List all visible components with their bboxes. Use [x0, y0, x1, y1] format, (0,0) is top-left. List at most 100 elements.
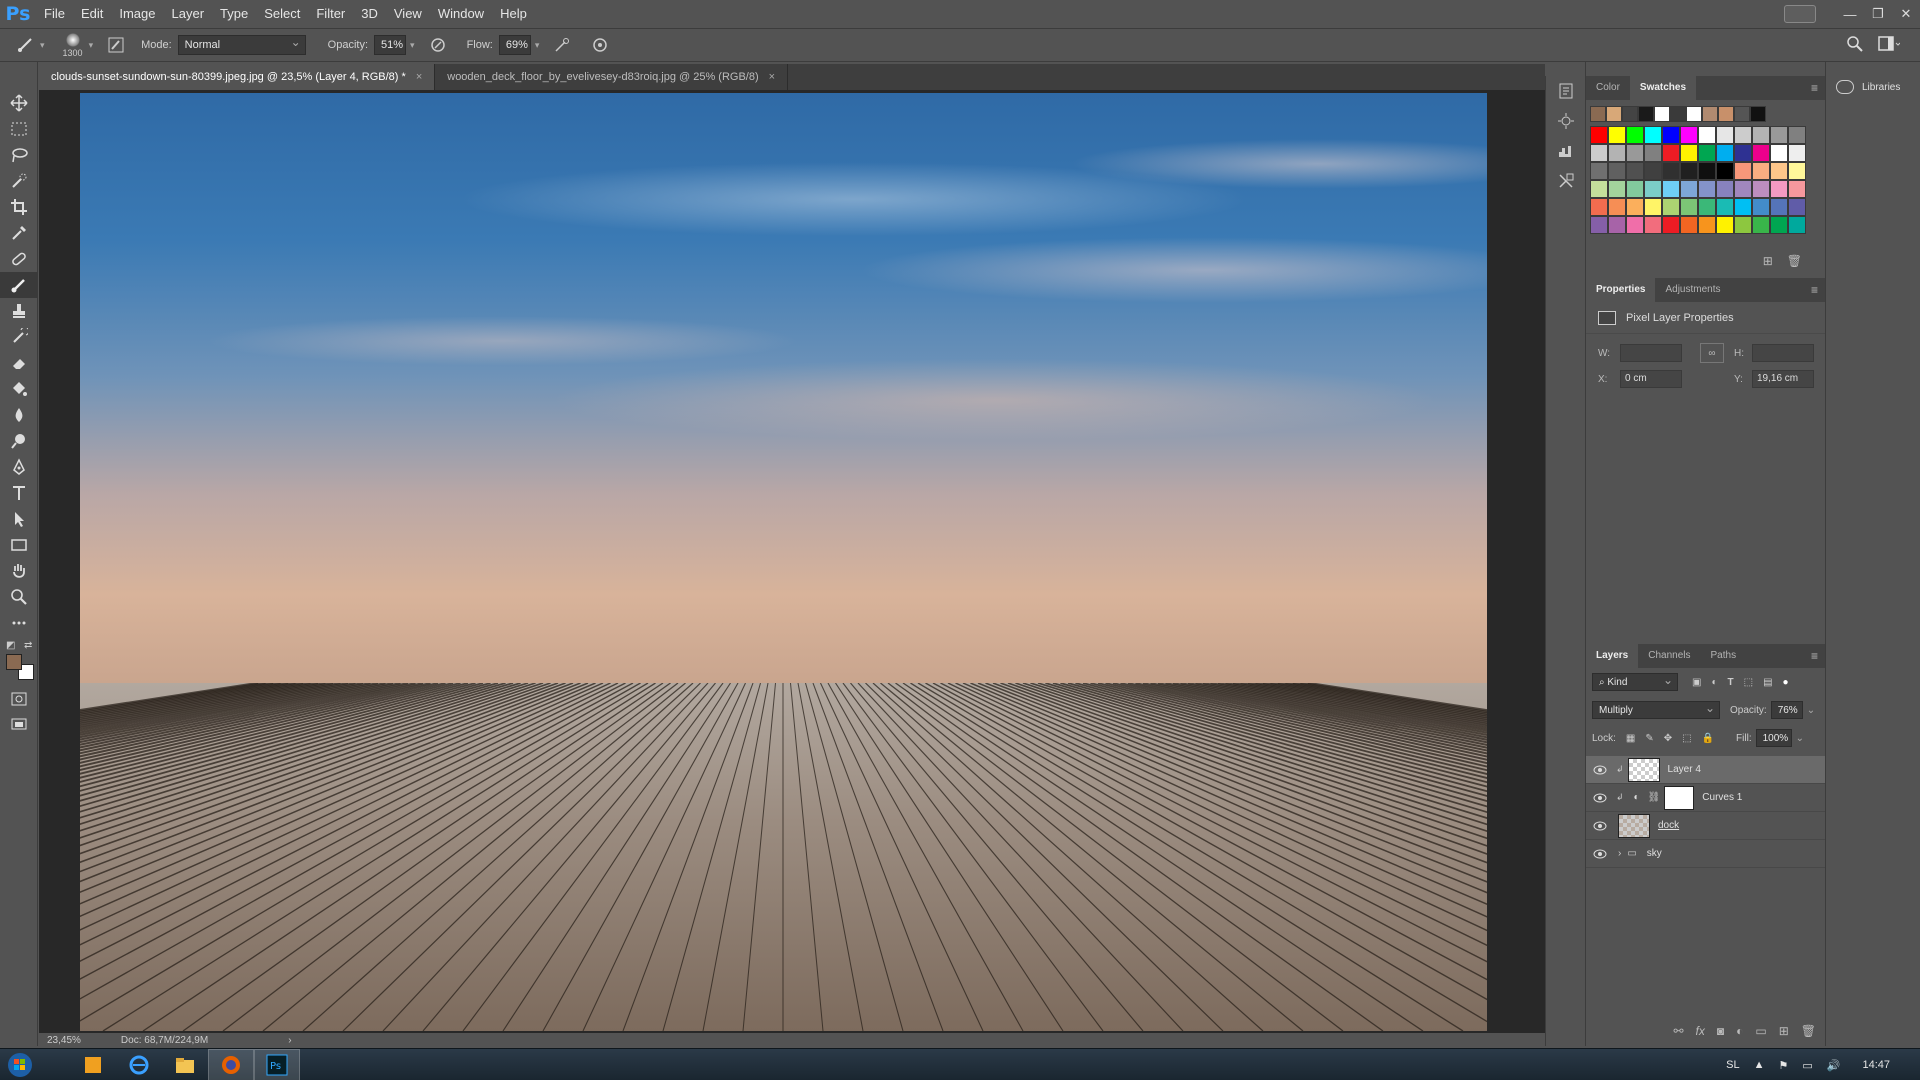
swatch[interactable] [1716, 180, 1734, 198]
swatch[interactable] [1718, 106, 1734, 122]
swatch[interactable] [1608, 198, 1626, 216]
tab-layers[interactable]: Layers [1586, 644, 1639, 668]
link-icon[interactable]: ∞ [1700, 343, 1724, 363]
glyphs-panel-icon[interactable] [1546, 166, 1586, 196]
stamp-tool-icon[interactable] [0, 298, 38, 324]
dodge-tool-icon[interactable] [0, 428, 38, 454]
swatch[interactable] [1788, 198, 1806, 216]
swatch[interactable] [1644, 198, 1662, 216]
swatch[interactable] [1716, 198, 1734, 216]
color-picker[interactable]: ◩ ⇄ [0, 640, 37, 686]
swatch[interactable] [1680, 216, 1698, 234]
swatch[interactable] [1626, 162, 1644, 180]
swatch[interactable] [1680, 198, 1698, 216]
new-group-icon[interactable]: ▭ [1755, 1024, 1766, 1038]
swatch[interactable] [1622, 106, 1638, 122]
swatch[interactable] [1752, 126, 1770, 144]
taskbar-explorer-icon[interactable] [162, 1049, 208, 1080]
filter-smart-object-icon[interactable]: ▤ [1763, 677, 1772, 688]
swatch[interactable] [1752, 162, 1770, 180]
screen-mode-icon[interactable] [0, 712, 38, 738]
move-tool-icon[interactable] [0, 90, 38, 116]
swatch[interactable] [1734, 180, 1752, 198]
panel-menu-icon[interactable]: ≡ [1811, 649, 1818, 663]
swatch[interactable] [1770, 180, 1788, 198]
rectangle-tool-icon[interactable] [0, 532, 38, 558]
histogram-panel-icon[interactable] [1546, 136, 1586, 166]
swatch[interactable] [1590, 198, 1608, 216]
swatch[interactable] [1638, 106, 1654, 122]
zoom-level[interactable]: 23,45% [47, 1035, 81, 1046]
swatch[interactable] [1770, 216, 1788, 234]
swatch[interactable] [1698, 180, 1716, 198]
start-button[interactable] [0, 1049, 40, 1080]
close-icon[interactable]: × [769, 64, 775, 90]
swatch[interactable] [1626, 126, 1644, 144]
history-panel-icon[interactable] [1546, 76, 1586, 106]
menu-image[interactable]: Image [111, 0, 163, 28]
swatch[interactable] [1752, 198, 1770, 216]
filter-adjustment-icon[interactable]: ◐ [1711, 677, 1717, 688]
layer-thumbnail[interactable] [1627, 757, 1660, 782]
width-input[interactable] [1620, 344, 1682, 362]
search-icon[interactable] [1846, 35, 1864, 53]
swatch[interactable] [1590, 144, 1608, 162]
adjust-panel-icon[interactable] [1546, 106, 1586, 136]
swatch[interactable] [1752, 180, 1770, 198]
layer-name[interactable]: dock [1658, 820, 1679, 831]
swatch[interactable] [1788, 180, 1806, 198]
swatch[interactable] [1698, 198, 1716, 216]
swap-colors-icon[interactable]: ⇄ [24, 640, 32, 651]
swatch[interactable] [1590, 126, 1608, 144]
swatch[interactable] [1734, 162, 1752, 180]
minimize-icon[interactable]: — [1836, 7, 1864, 22]
doc-tab-wooden-deck[interactable]: wooden_deck_floor_by_evelivesey-d83roiq.… [435, 64, 789, 90]
workspace-switcher-icon[interactable] [1878, 35, 1900, 53]
swatch[interactable] [1662, 126, 1680, 144]
restore-icon[interactable]: ❐ [1864, 6, 1892, 22]
new-adjustment-icon[interactable]: ◐ [1736, 1024, 1743, 1038]
lock-all-icon[interactable]: 🔒 [1702, 733, 1714, 744]
canvas-area[interactable] [39, 90, 1545, 1036]
close-icon[interactable]: ✕ [1892, 6, 1920, 22]
swatch[interactable] [1644, 162, 1662, 180]
history-brush-tool-icon[interactable] [0, 324, 38, 350]
swatch[interactable] [1644, 216, 1662, 234]
swatch[interactable] [1608, 162, 1626, 180]
action-center-icon[interactable]: ⚑ [1778, 1059, 1788, 1072]
tab-color[interactable]: Color [1586, 76, 1630, 100]
eyedropper-tool-icon[interactable] [0, 220, 38, 246]
x-input[interactable]: 0 cm [1620, 370, 1682, 388]
swatch[interactable] [1590, 162, 1608, 180]
layer-row-layer-4[interactable]: ↲ Layer 4 [1586, 756, 1826, 784]
lock-position-icon[interactable]: ✥ [1664, 733, 1672, 744]
layer-opacity-input[interactable]: 76% [1770, 701, 1803, 719]
swatch[interactable] [1680, 180, 1698, 198]
swatch[interactable] [1734, 126, 1752, 144]
flow-input[interactable]: 69% [498, 35, 531, 55]
swatch[interactable] [1734, 198, 1752, 216]
pen-tool-icon[interactable] [0, 454, 38, 480]
lock-artboard-icon[interactable]: ⬚ [1682, 733, 1691, 744]
menu-filter[interactable]: Filter [308, 0, 353, 28]
swatch[interactable] [1788, 126, 1806, 144]
new-layer-icon[interactable]: ⊞ [1779, 1024, 1789, 1038]
panel-menu-icon[interactable]: ≡ [1811, 283, 1818, 297]
layer-row-curves-1[interactable]: ↲ ◐ ⛓ Curves 1 [1586, 784, 1826, 812]
menu-edit[interactable]: Edit [73, 0, 111, 28]
swatch[interactable] [1686, 106, 1702, 122]
taskbar-firefox-icon[interactable] [208, 1048, 254, 1080]
layer-kind-filter[interactable]: ⌕ Kind [1592, 671, 1678, 691]
swatch[interactable] [1608, 126, 1626, 144]
swatch[interactable] [1698, 144, 1716, 162]
layer-name[interactable]: Curves 1 [1702, 792, 1742, 803]
tab-adjustments[interactable]: Adjustments [1655, 278, 1730, 302]
zoom-tool-icon[interactable] [0, 584, 38, 610]
swatch[interactable] [1662, 180, 1680, 198]
swatch[interactable] [1750, 106, 1766, 122]
swatch[interactable] [1670, 106, 1686, 122]
swatch[interactable] [1770, 198, 1788, 216]
swatch[interactable] [1590, 106, 1606, 122]
document-canvas[interactable] [80, 93, 1487, 1031]
swatch[interactable] [1608, 216, 1626, 234]
